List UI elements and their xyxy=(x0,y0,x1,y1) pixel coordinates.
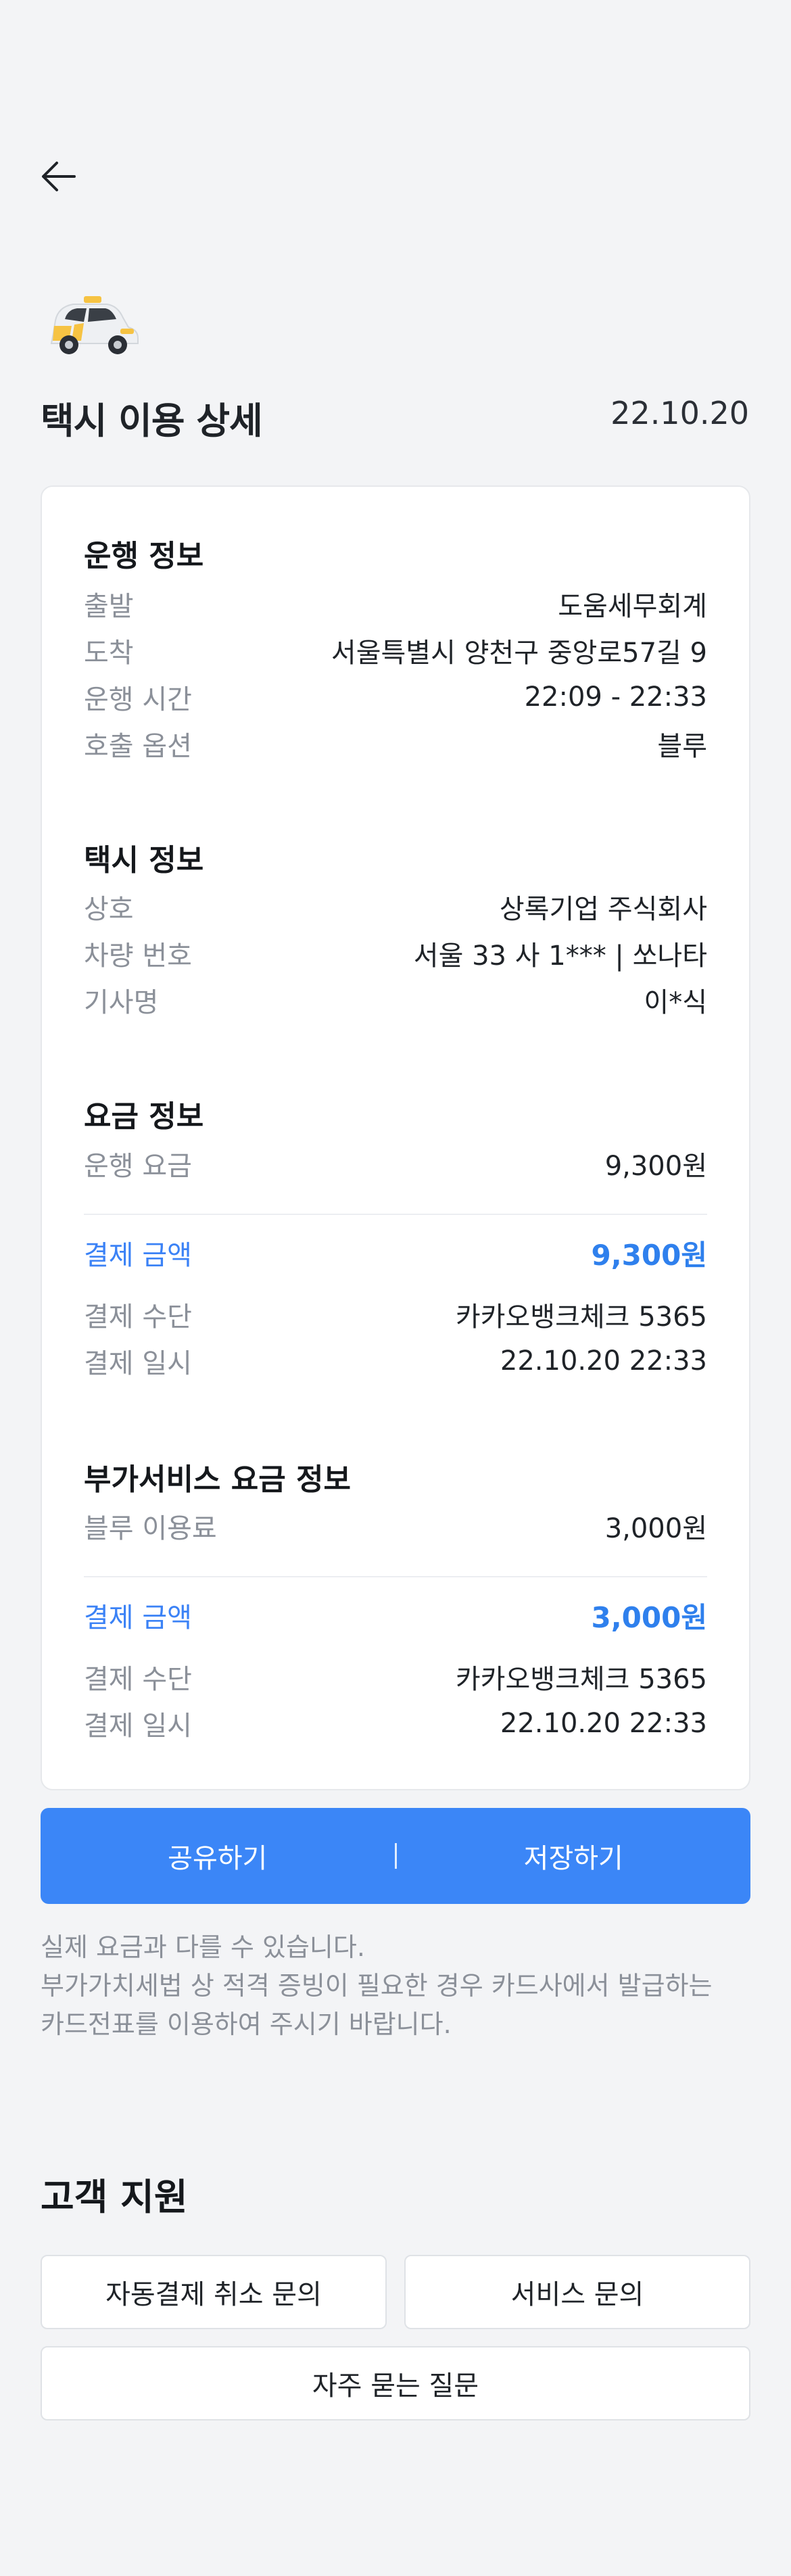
faq-button[interactable]: 자주 묻는 질문 xyxy=(41,2346,750,2420)
row-label: 결제 금액 xyxy=(84,1240,192,1271)
row-value: 도움세무회계 xyxy=(558,591,707,622)
detail-row-addon-payment-method: 결제 수단 카카오뱅크체크 5365 xyxy=(84,1659,707,1695)
row-label: 결제 수단 xyxy=(84,1664,192,1695)
taxi-car-icon xyxy=(45,295,141,357)
row-label: 결제 일시 xyxy=(84,1348,192,1379)
row-label: 호출 옵션 xyxy=(84,731,192,762)
row-label: 도착 xyxy=(84,638,134,669)
detail-row-driver-name: 기사명 이*식 xyxy=(84,982,707,1018)
row-label: 기사명 xyxy=(84,987,159,1018)
row-value: 22.10.20 22:33 xyxy=(500,1708,707,1739)
support-title: 고객 지원 xyxy=(41,2176,188,2218)
row-label: 블루 이용료 xyxy=(84,1513,217,1544)
detail-row-blue-fee: 블루 이용료 3,000원 xyxy=(84,1508,707,1544)
row-label: 운행 요금 xyxy=(84,1151,192,1182)
detail-row-payment-datetime: 결제 일시 22.10.20 22:33 xyxy=(84,1343,707,1379)
detail-row-departure: 출발 도움세무회계 xyxy=(84,586,707,622)
row-value: 블루 xyxy=(657,731,707,762)
notice-line: 실제 요금과 다를 수 있습니다. xyxy=(41,1932,365,1962)
auto-payment-cancel-inquiry-button[interactable]: 자동결제 취소 문의 xyxy=(41,2255,387,2329)
row-value: 카카오뱅크체크 5365 xyxy=(455,1664,707,1695)
row-label: 차량 번호 xyxy=(84,940,192,972)
section-title-addon: 부가서비스 요금 정보 xyxy=(84,1462,351,1497)
share-button[interactable]: 공유하기 xyxy=(41,1836,395,1876)
detail-row-trip-fare: 운행 요금 9,300원 xyxy=(84,1145,707,1182)
detail-row-payment-method: 결제 수단 카카오뱅크체크 5365 xyxy=(84,1296,707,1333)
detail-row-trip-time: 운행 시간 22:09 - 22:33 xyxy=(84,679,707,715)
page-title: 택시 이용 상세 xyxy=(41,400,263,442)
row-value: 서울특별시 양천구 중앙로57길 9 xyxy=(331,638,707,669)
detail-row-arrival: 도착 서울특별시 양천구 중앙로57길 9 xyxy=(84,632,707,669)
row-label: 출발 xyxy=(84,591,134,622)
row-value: 3,000원 xyxy=(591,1600,708,1634)
row-value: 9,300원 xyxy=(604,1151,707,1182)
row-label: 결제 수단 xyxy=(84,1302,192,1333)
row-value: 카카오뱅크체크 5365 xyxy=(455,1302,707,1333)
row-value: 22.10.20 22:33 xyxy=(500,1345,707,1377)
divider xyxy=(84,1576,707,1577)
row-value: 9,300원 xyxy=(591,1238,708,1272)
back-button[interactable] xyxy=(39,160,77,193)
trip-date: 22.10.20 xyxy=(610,395,749,431)
row-value: 서울 33 사 1*** | 쏘나타 xyxy=(413,940,707,972)
detail-row-company: 상호 상록기업 주식회사 xyxy=(84,888,707,925)
row-label: 결제 금액 xyxy=(84,1602,192,1633)
row-label: 운행 시간 xyxy=(84,684,192,715)
notice-line: 카드전표를 이용하여 주시기 바랍니다. xyxy=(41,2009,452,2039)
detail-row-payment-amount: 결제 금액 9,300원 xyxy=(84,1235,708,1272)
row-value: 상록기업 주식회사 xyxy=(499,894,707,925)
detail-row-addon-payment-datetime: 결제 일시 22.10.20 22:33 xyxy=(84,1705,707,1742)
arrow-left-icon xyxy=(42,162,76,191)
section-title-trip: 운행 정보 xyxy=(84,539,204,573)
row-value: 3,000원 xyxy=(604,1513,707,1544)
row-value: 이*식 xyxy=(644,987,707,1018)
section-title-taxi: 택시 정보 xyxy=(84,843,204,878)
detail-row-addon-payment-amount: 결제 금액 3,000원 xyxy=(84,1597,708,1634)
section-title-fare: 요금 정보 xyxy=(84,1099,204,1134)
row-label: 상호 xyxy=(84,894,134,925)
action-separator xyxy=(394,1843,397,1869)
notice-line: 부가가치세법 상 적격 증빙이 필요한 경우 카드사에서 발급하는 xyxy=(41,1971,713,2001)
save-button[interactable]: 저장하기 xyxy=(397,1836,751,1876)
detail-row-vehicle-number: 차량 번호 서울 33 사 1*** | 쏘나타 xyxy=(84,935,707,972)
service-inquiry-button[interactable]: 서비스 문의 xyxy=(404,2255,750,2329)
receipt-card: 운행 정보 출발 도움세무회계 도착 서울특별시 양천구 중앙로57길 9 운행… xyxy=(41,485,750,1790)
row-value: 22:09 - 22:33 xyxy=(524,682,707,713)
share-save-bar: 공유하기 저장하기 xyxy=(41,1808,750,1904)
detail-row-call-option: 호출 옵션 블루 xyxy=(84,725,707,762)
divider xyxy=(84,1214,707,1215)
receipt-notice: 실제 요금과 다를 수 있습니다. 부가가치세법 상 적격 증빙이 필요한 경우… xyxy=(41,1928,757,2044)
row-label: 결제 일시 xyxy=(84,1711,192,1742)
